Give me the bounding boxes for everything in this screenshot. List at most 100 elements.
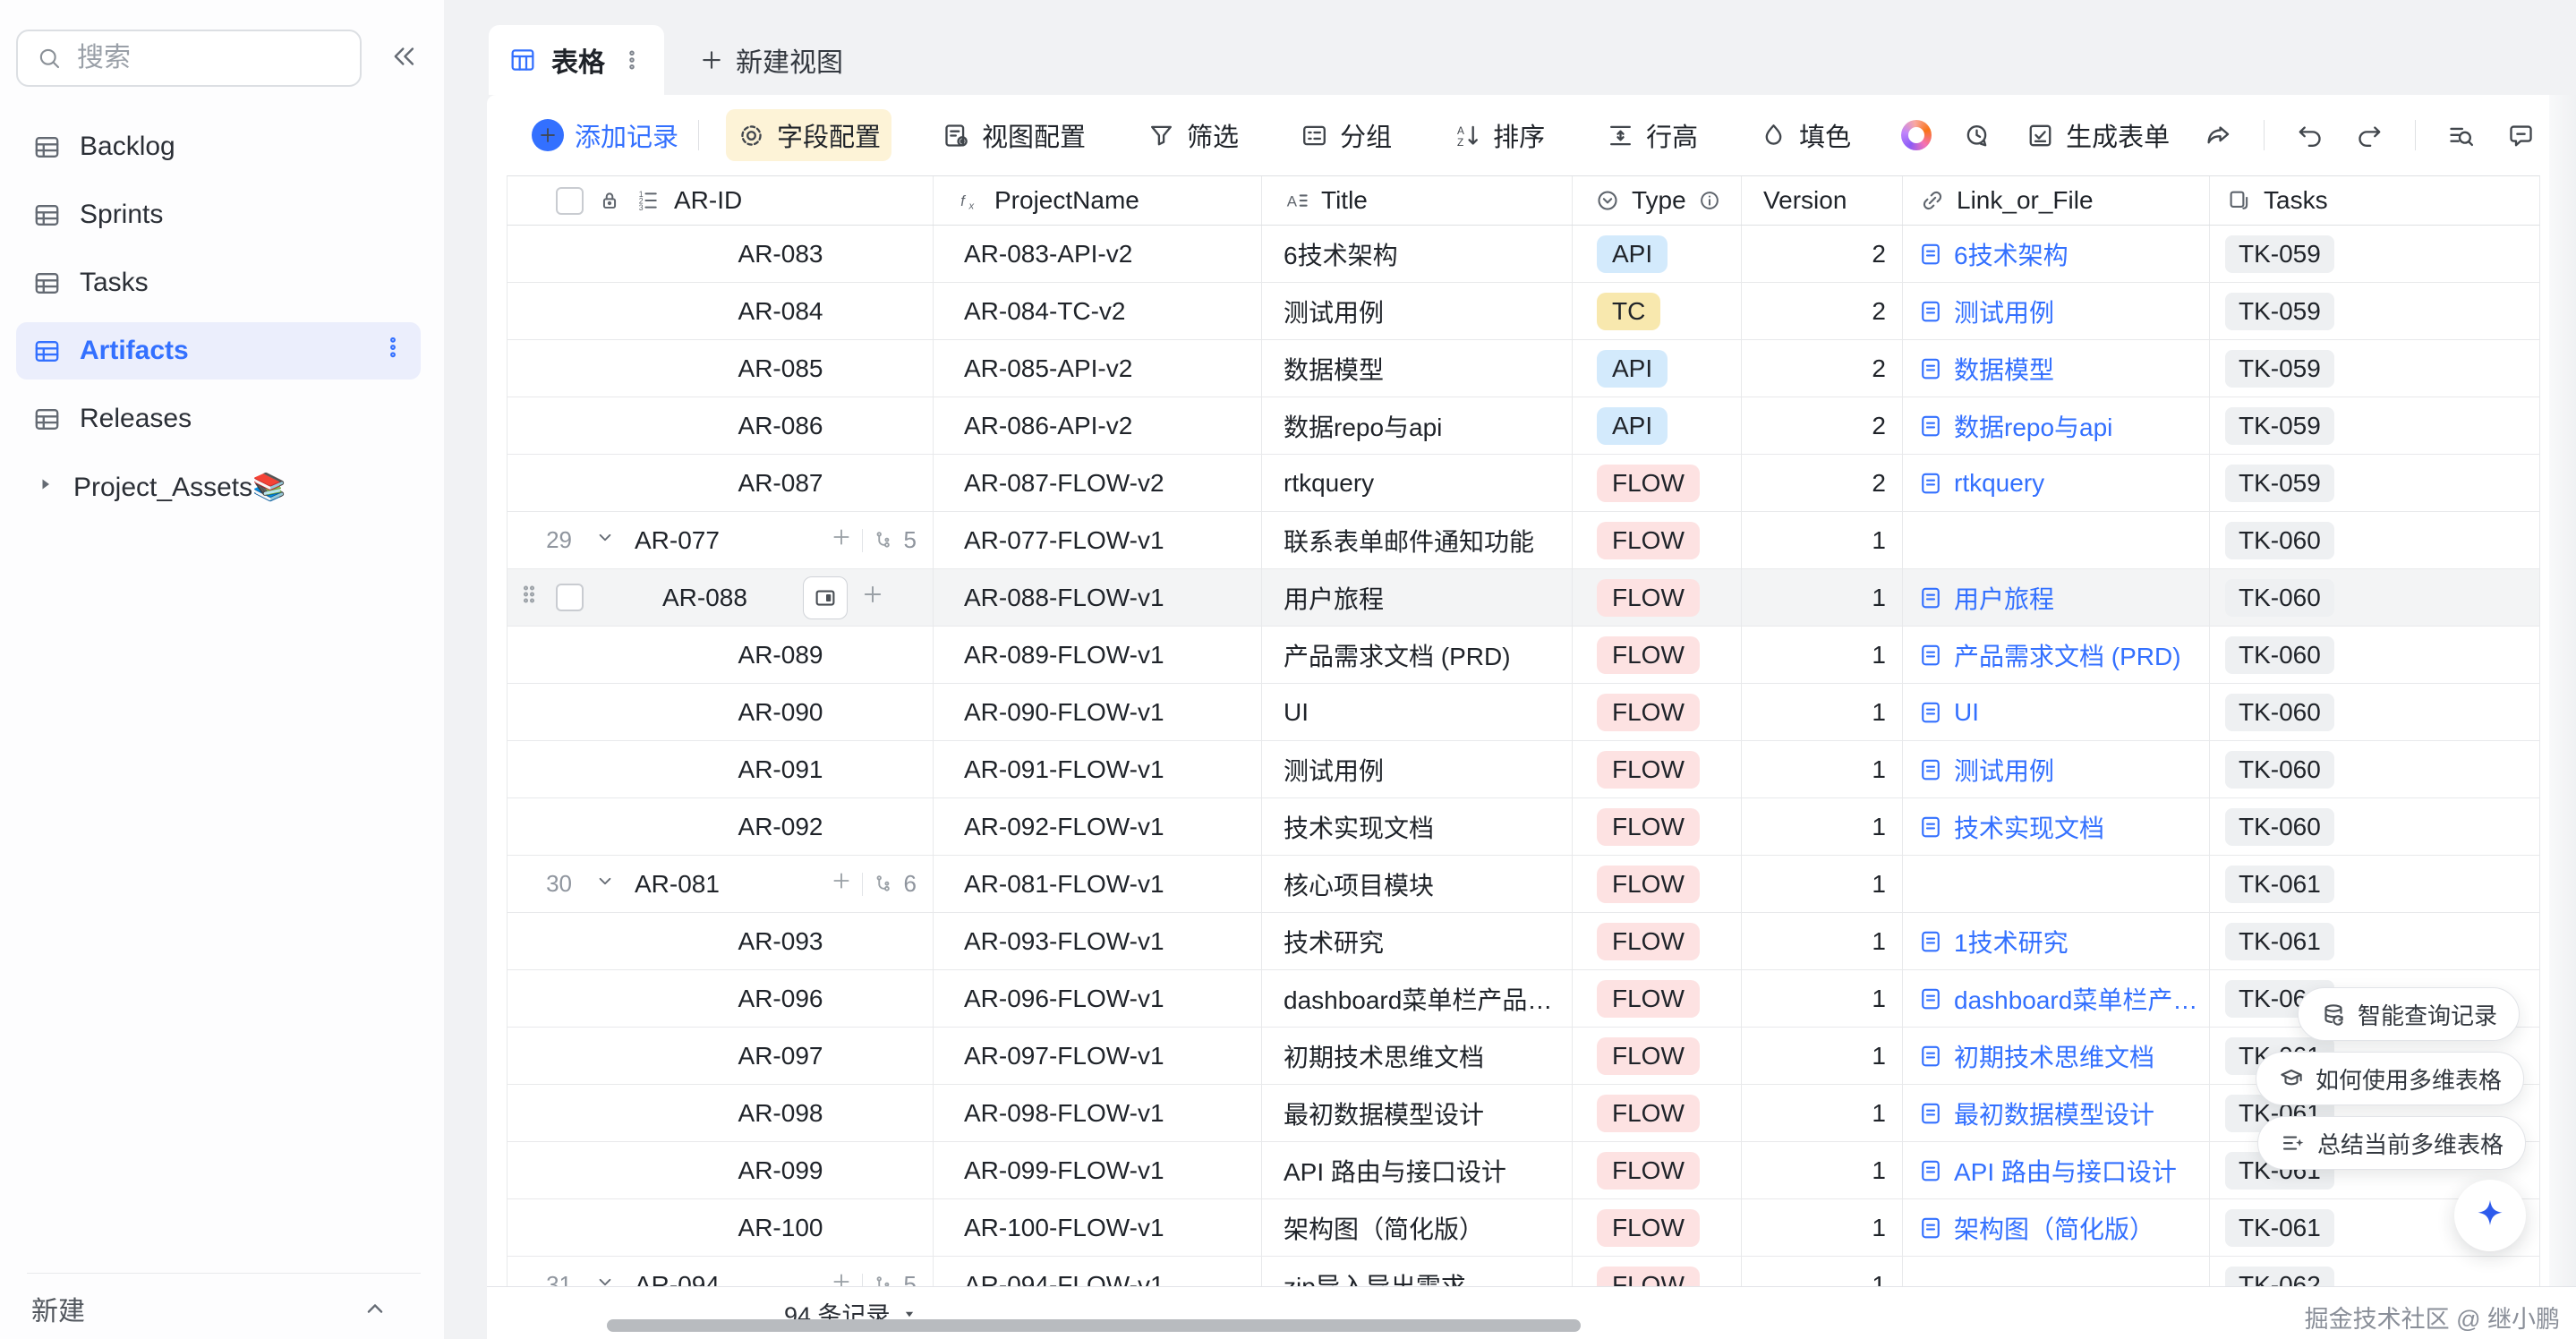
table-row[interactable]: AR-097AR-097-FLOW-v1初期技术思维文档FLOW1初期技术思维文… bbox=[507, 1028, 2540, 1085]
arid-value[interactable]: AR-091 bbox=[628, 755, 933, 784]
assistant-pill-2[interactable]: 总结当前多维表格 bbox=[2257, 1116, 2526, 1170]
link-text[interactable]: UI bbox=[1954, 698, 1979, 727]
link-text[interactable]: 技术实现文档 bbox=[1954, 809, 2104, 845]
link-text[interactable]: 数据repo与api bbox=[1954, 408, 2112, 444]
version-cell[interactable]: 1 bbox=[1741, 569, 1902, 626]
arid-value[interactable]: AR-097 bbox=[628, 1042, 933, 1070]
arid-value[interactable]: AR-090 bbox=[628, 698, 933, 727]
tasks-cell[interactable]: TK-059 bbox=[2209, 340, 2541, 397]
type-cell[interactable]: FLOW bbox=[1572, 913, 1741, 969]
collapse-group-icon[interactable] bbox=[593, 525, 617, 555]
type-cell[interactable]: FLOW bbox=[1572, 1199, 1741, 1256]
select-all-checkbox[interactable] bbox=[556, 187, 584, 215]
new-view-button[interactable]: 新建视图 bbox=[677, 25, 865, 95]
type-cell[interactable]: FLOW bbox=[1572, 1085, 1741, 1141]
drag-handle-icon[interactable] bbox=[516, 582, 542, 613]
project-cell[interactable]: AR-089-FLOW-v1 bbox=[933, 627, 1261, 683]
column-header-project[interactable]: fxProjectName bbox=[933, 176, 1261, 225]
link-text[interactable]: 测试用例 bbox=[1954, 294, 2054, 329]
link-text[interactable]: rtkquery bbox=[1954, 469, 2044, 498]
type-cell[interactable]: FLOW bbox=[1572, 1142, 1741, 1198]
tasks-cell[interactable]: TK-060 bbox=[2209, 684, 2541, 740]
project-cell[interactable]: AR-097-FLOW-v1 bbox=[933, 1028, 1261, 1084]
title-cell[interactable]: 联系表单邮件通知功能 bbox=[1261, 512, 1572, 568]
type-cell[interactable]: API bbox=[1572, 226, 1741, 282]
tasks-cell[interactable]: TK-061 bbox=[2209, 856, 2541, 912]
row-height-button[interactable]: 行高 bbox=[1595, 109, 1709, 161]
arid-value[interactable]: AR-084 bbox=[628, 297, 933, 326]
table-row[interactable]: AR-087AR-087-FLOW-v2rtkqueryFLOW2rtkquer… bbox=[507, 455, 2540, 512]
expand-record-button[interactable] bbox=[803, 576, 848, 619]
table-row[interactable]: AR-086AR-086-API-v2数据repo与apiAPI2数据repo与… bbox=[507, 397, 2540, 455]
project-cell[interactable]: AR-088-FLOW-v1 bbox=[933, 569, 1261, 626]
type-cell[interactable]: FLOW bbox=[1572, 512, 1741, 568]
title-cell[interactable]: 核心项目模块 bbox=[1261, 856, 1572, 912]
title-cell[interactable]: API 路由与接口设计 bbox=[1261, 1142, 1572, 1198]
arid-value[interactable]: AR-088 bbox=[662, 584, 747, 612]
type-cell[interactable]: FLOW bbox=[1572, 970, 1741, 1027]
project-cell[interactable]: AR-092-FLOW-v1 bbox=[933, 798, 1261, 855]
link-cell[interactable]: dashboard菜单栏产… bbox=[1902, 970, 2209, 1027]
sidebar-item-backlog[interactable]: Backlog bbox=[16, 118, 421, 175]
title-cell[interactable]: zip导入导出需求 bbox=[1261, 1257, 1572, 1286]
collapse-group-icon[interactable] bbox=[593, 869, 617, 899]
tasks-cell[interactable]: TK-059 bbox=[2209, 455, 2541, 511]
generate-form-button[interactable]: 生成表单 bbox=[2022, 109, 2173, 161]
tasks-cell[interactable]: TK-061 bbox=[2209, 913, 2541, 969]
task-badge[interactable]: TK-059 bbox=[2225, 407, 2334, 445]
task-badge[interactable]: TK-060 bbox=[2225, 522, 2334, 559]
type-cell[interactable]: FLOW bbox=[1572, 455, 1741, 511]
type-cell[interactable]: TC bbox=[1572, 283, 1741, 339]
project-cell[interactable]: AR-087-FLOW-v2 bbox=[933, 455, 1261, 511]
type-cell[interactable]: FLOW bbox=[1572, 798, 1741, 855]
task-badge[interactable]: TK-059 bbox=[2225, 235, 2334, 273]
link-text[interactable]: 6技术架构 bbox=[1954, 236, 2068, 272]
add-record-inline-icon[interactable] bbox=[860, 582, 885, 613]
type-cell[interactable]: FLOW bbox=[1572, 569, 1741, 626]
title-cell[interactable]: 数据repo与api bbox=[1261, 397, 1572, 454]
link-cell[interactable]: 6技术架构 bbox=[1902, 226, 2209, 282]
link-cell[interactable]: 数据repo与api bbox=[1902, 397, 2209, 454]
link-cell[interactable]: 测试用例 bbox=[1902, 283, 2209, 339]
history-button[interactable] bbox=[1962, 121, 1992, 150]
link-text[interactable]: 用户旅程 bbox=[1954, 580, 2054, 616]
version-cell[interactable]: 2 bbox=[1741, 340, 1902, 397]
project-cell[interactable]: AR-083-API-v2 bbox=[933, 226, 1261, 282]
type-cell[interactable]: API bbox=[1572, 340, 1741, 397]
table-group-row[interactable]: 29AR-0775AR-077-FLOW-v1联系表单邮件通知功能FLOW1TK… bbox=[507, 512, 2540, 569]
table-row[interactable]: AR-083AR-083-API-v26技术架构API26技术架构TK-059 bbox=[507, 226, 2540, 283]
tasks-cell[interactable]: TK-060 bbox=[2209, 627, 2541, 683]
share-button[interactable] bbox=[2204, 121, 2233, 150]
tasks-cell[interactable]: TK-060 bbox=[2209, 512, 2541, 568]
group-button[interactable]: 分组 bbox=[1289, 109, 1403, 161]
link-cell[interactable]: 产品需求文档 (PRD) bbox=[1902, 627, 2209, 683]
type-cell[interactable]: FLOW bbox=[1572, 856, 1741, 912]
link-text[interactable]: 1技术研究 bbox=[1954, 924, 2068, 959]
task-badge[interactable]: TK-060 bbox=[2225, 579, 2334, 617]
version-cell[interactable]: 1 bbox=[1741, 913, 1902, 969]
table-row[interactable]: AR-091AR-091-FLOW-v1测试用例FLOW1测试用例TK-060 bbox=[507, 741, 2540, 798]
link-cell[interactable]: 技术实现文档 bbox=[1902, 798, 2209, 855]
version-cell[interactable]: 1 bbox=[1741, 1142, 1902, 1198]
version-cell[interactable]: 2 bbox=[1741, 226, 1902, 282]
column-header-tasks[interactable]: Tasks bbox=[2209, 176, 2541, 225]
task-badge[interactable]: TK-059 bbox=[2225, 465, 2334, 502]
arid-value[interactable]: AR-100 bbox=[628, 1214, 933, 1242]
version-cell[interactable]: 1 bbox=[1741, 1028, 1902, 1084]
version-cell[interactable]: 1 bbox=[1741, 512, 1902, 568]
fill-color-button[interactable]: 填色 bbox=[1748, 109, 1862, 161]
new-table-button[interactable]: 新建 bbox=[31, 1289, 408, 1328]
arid-value[interactable]: AR-087 bbox=[628, 469, 933, 498]
task-badge[interactable]: TK-061 bbox=[2225, 923, 2334, 960]
title-cell[interactable]: 测试用例 bbox=[1261, 741, 1572, 797]
project-cell[interactable]: AR-086-API-v2 bbox=[933, 397, 1261, 454]
search-input[interactable] bbox=[75, 42, 303, 74]
arid-value[interactable]: AR-093 bbox=[628, 927, 933, 956]
project-cell[interactable]: AR-085-API-v2 bbox=[933, 340, 1261, 397]
project-cell[interactable]: AR-093-FLOW-v1 bbox=[933, 913, 1261, 969]
table-row[interactable]: AR-084AR-084-TC-v2测试用例TC2测试用例TK-059 bbox=[507, 283, 2540, 340]
link-cell[interactable]: 1技术研究 bbox=[1902, 913, 2209, 969]
collapse-sidebar-icon[interactable] bbox=[388, 41, 419, 72]
add-subrecord-icon[interactable] bbox=[830, 1270, 853, 1286]
type-cell[interactable]: FLOW bbox=[1572, 684, 1741, 740]
